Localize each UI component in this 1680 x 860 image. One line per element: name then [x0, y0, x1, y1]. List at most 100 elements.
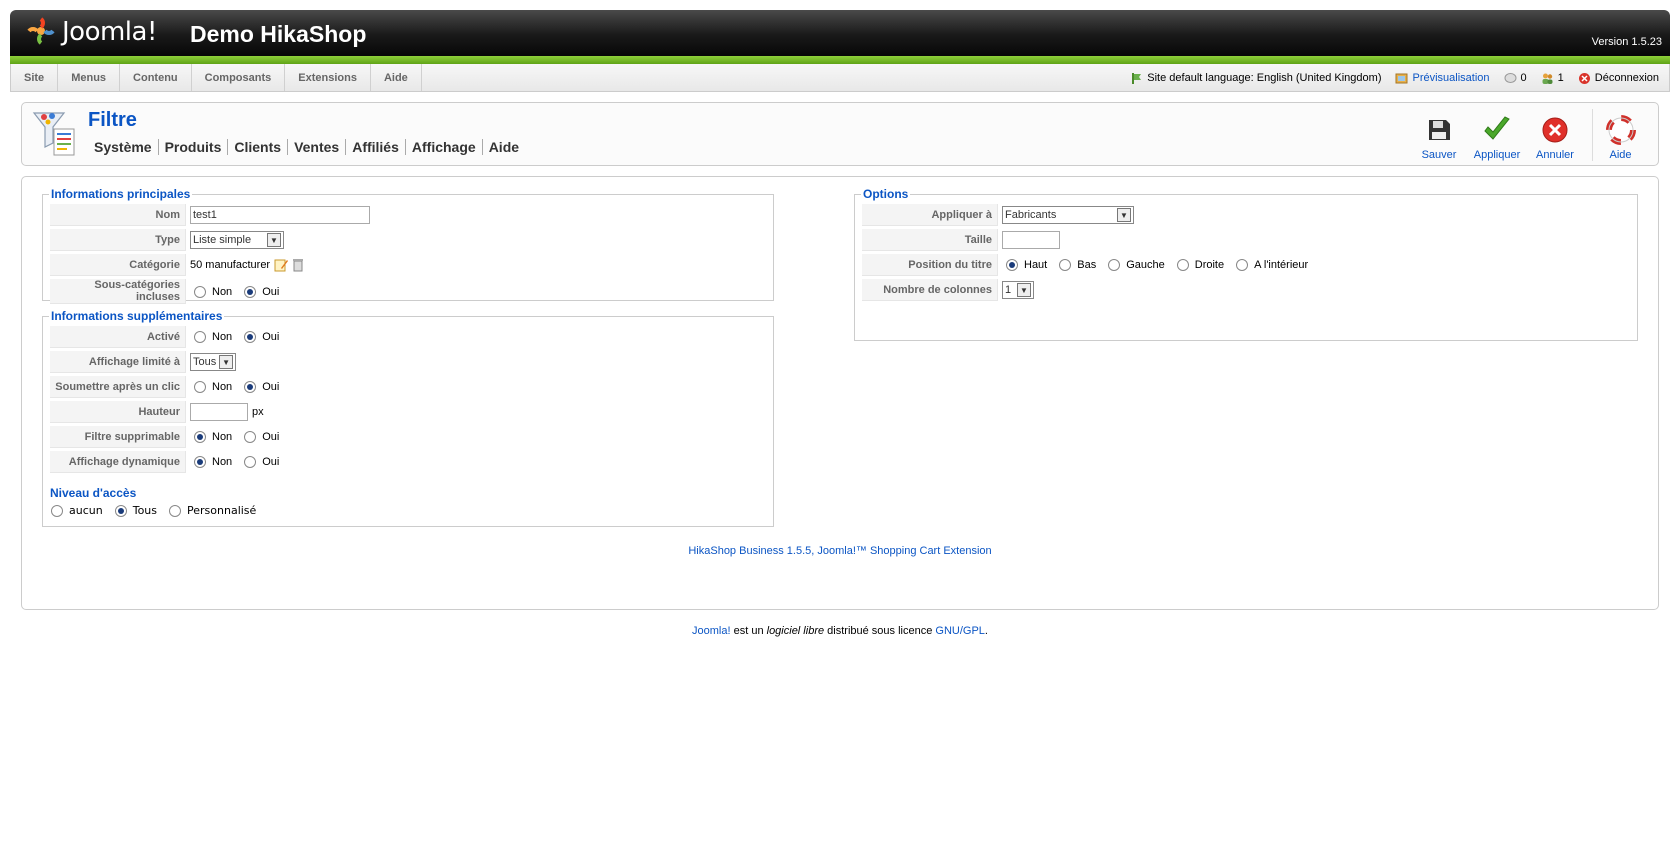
messages-icon — [1504, 72, 1517, 83]
apply-to-select[interactable]: Fabricants ▼ — [1002, 206, 1134, 224]
copyright-text-italic: logiciel libre — [766, 625, 825, 637]
menu-contenu[interactable]: Contenu — [120, 64, 192, 91]
joomla-logo-icon — [27, 17, 55, 45]
size-input[interactable] — [1002, 231, 1060, 249]
dropdown-arrow-icon: ▼ — [267, 233, 281, 247]
limited-select[interactable]: Tous ▼ — [190, 353, 236, 371]
category-label: Catégorie — [50, 254, 186, 276]
table-row: Affichage dynamique Non Oui — [50, 451, 290, 473]
joomla-logo-text: Joomla! — [62, 17, 157, 47]
apply-to-label: Appliquer à — [862, 204, 998, 226]
table-row: Soumettre après un clic Non Oui — [50, 376, 290, 398]
subcat-no-radio[interactable] — [194, 285, 206, 298]
hikashop-footer-link[interactable]: HikaShop Business 1.5.5, Joomla!™ Shoppi… — [22, 545, 1658, 557]
type-select[interactable]: Liste simple ▼ — [190, 231, 284, 249]
save-button[interactable]: Sauver — [1410, 109, 1468, 161]
submit-yes-label: Oui — [262, 381, 280, 393]
submenu-affichage[interactable]: Affichage — [406, 139, 483, 155]
title-pos-inside-radio[interactable] — [1236, 259, 1249, 271]
dynamic-yes-label: Oui — [262, 456, 280, 468]
dynamic-no-radio[interactable] — [194, 456, 206, 468]
title-pos-right-label: Droite — [1194, 259, 1225, 271]
preview-link[interactable]: Prévisualisation — [1412, 72, 1489, 84]
submit-no-radio[interactable] — [194, 381, 206, 393]
messages-count[interactable]: 0 — [1521, 72, 1527, 84]
logout-link[interactable]: Déconnexion — [1595, 72, 1659, 84]
size-label: Taille — [862, 229, 998, 251]
columns-label: Nombre de colonnes — [862, 279, 998, 301]
users-count[interactable]: 1 — [1558, 72, 1564, 84]
table-row: Taille — [862, 229, 1319, 251]
options-table: Appliquer à Fabricants ▼ Taille Position… — [861, 201, 1320, 304]
title-pos-bottom-radio[interactable] — [1059, 259, 1072, 271]
copyright-text-2: distribué sous licence — [824, 625, 936, 637]
type-value: Liste simple — [193, 234, 252, 246]
deletable-yes-radio[interactable] — [244, 431, 257, 443]
dynamic-label: Affichage dynamique — [50, 451, 186, 473]
language-icon — [1132, 72, 1142, 84]
title-pos-left-label: Gauche — [1126, 259, 1165, 271]
license-link[interactable]: GNU/GPL — [935, 625, 985, 637]
page-title: Filtre — [88, 109, 137, 131]
submenu-systeme[interactable]: Système — [92, 139, 159, 155]
access-all-radio[interactable] — [114, 504, 127, 517]
title-pos-right-radio[interactable] — [1176, 259, 1189, 271]
status-bar: Site default language: English (United K… — [1116, 64, 1659, 92]
menu-menus[interactable]: Menus — [58, 64, 121, 91]
dropdown-arrow-icon: ▼ — [1117, 208, 1131, 222]
users-icon — [1542, 73, 1553, 84]
submenu-ventes[interactable]: Ventes — [288, 139, 347, 155]
columns-select[interactable]: 1 ▼ — [1002, 281, 1034, 299]
access-all-label: Tous — [132, 504, 158, 517]
cancel-button[interactable]: Annuler — [1526, 109, 1584, 161]
name-input[interactable]: test1 — [190, 206, 370, 224]
submit-yes-radio[interactable] — [244, 381, 257, 393]
main-info-fieldset: Informations principales Nom test1 Type … — [42, 187, 774, 304]
active-no-radio[interactable] — [194, 331, 206, 343]
floppy-disk-icon — [1429, 120, 1450, 140]
subcat-yes-radio[interactable] — [244, 285, 257, 298]
joomla-link[interactable]: Joomla! — [692, 625, 731, 637]
table-row: Catégorie 50 manufacturer — [50, 254, 373, 276]
active-no-label: Non — [212, 331, 233, 343]
submenu-affilies[interactable]: Affiliés — [346, 139, 406, 155]
apply-button[interactable]: Appliquer — [1468, 109, 1526, 161]
edit-category-icon[interactable] — [273, 257, 289, 273]
content-box: Informations principales Nom test1 Type … — [21, 176, 1659, 610]
table-row: Filtre supprimable Non Oui — [50, 426, 290, 448]
preview-icon — [1395, 73, 1408, 83]
title-pos-top-radio[interactable] — [1006, 259, 1018, 271]
access-custom-radio[interactable] — [169, 504, 182, 517]
submenu-aide[interactable]: Aide — [483, 139, 525, 155]
menu-aide[interactable]: Aide — [371, 64, 422, 91]
active-yes-radio[interactable] — [244, 331, 257, 343]
height-input[interactable] — [190, 403, 248, 421]
extra-info-fieldset: Informations supplémentaires Activé Non … — [42, 309, 774, 527]
columns-value: 1 — [1005, 284, 1012, 296]
menu-extensions[interactable]: Extensions — [285, 64, 371, 91]
options-fieldset: Options Appliquer à Fabricants ▼ Taille … — [854, 187, 1638, 341]
access-custom-label: Personnalisé — [187, 504, 257, 517]
access-none-label: aucun — [69, 504, 103, 517]
deletable-no-label: Non — [212, 431, 233, 443]
logout-icon — [1578, 72, 1590, 84]
name-label: Nom — [50, 204, 186, 226]
menu-site[interactable]: Site — [11, 64, 59, 91]
type-label: Type — [50, 229, 186, 251]
help-button[interactable]: Aide — [1592, 109, 1648, 161]
main-info-table: Nom test1 Type Liste simple ▼ Catégorie … — [49, 201, 374, 307]
delete-category-icon[interactable] — [292, 257, 304, 273]
extra-info-table: Activé Non Oui Affichage limité à Tous ▼ — [49, 323, 291, 476]
main-info-legend: Informations principales — [51, 187, 191, 201]
submenu-produits[interactable]: Produits — [159, 139, 229, 155]
limited-label: Affichage limité à — [50, 351, 186, 373]
dynamic-yes-radio[interactable] — [244, 456, 257, 468]
access-none-radio[interactable] — [51, 504, 63, 517]
submenu-clients[interactable]: Clients — [228, 139, 289, 155]
copyright-text-3: . — [984, 625, 988, 637]
dynamic-no-label: Non — [212, 456, 233, 468]
deletable-no-radio[interactable] — [194, 431, 206, 443]
options-legend: Options — [863, 187, 909, 201]
menu-composants[interactable]: Composants — [192, 64, 286, 91]
title-pos-left-radio[interactable] — [1108, 259, 1121, 271]
